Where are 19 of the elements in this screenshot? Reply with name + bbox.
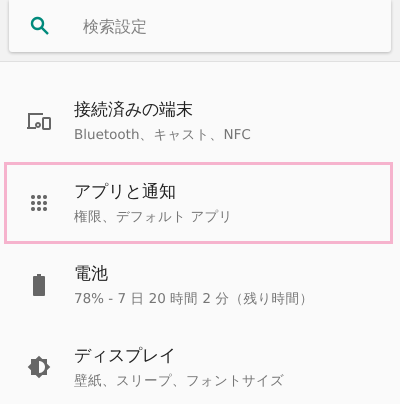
item-summary: Bluetooth、キャスト、NFC [74, 126, 251, 144]
item-summary: 壁紙、スリープ、フォントサイズ [74, 372, 284, 390]
item-summary: 78% - 7 日 20 時間 2 分（残り時間） [74, 290, 314, 308]
brightness-icon [28, 356, 50, 378]
settings-item[interactable]: ディスプレイ 壁紙、スリープ、フォントサイズ [4, 326, 393, 404]
item-summary: 権限、デフォルト アプリ [74, 208, 232, 226]
item-title: 接続済みの端末 [74, 99, 194, 121]
apps-icon [31, 195, 47, 211]
item-title: アプリと通知 [74, 181, 177, 203]
settings-item[interactable]: 電池 78% - 7 日 20 時間 2 分（残り時間） [4, 244, 393, 326]
settings-item[interactable]: アプリと通知 権限、デフォルト アプリ [4, 162, 393, 244]
search-icon [30, 16, 49, 35]
item-title: 電池 [74, 263, 109, 285]
devices-icon [27, 113, 51, 130]
battery-icon [33, 274, 45, 296]
settings-item[interactable]: 接続済みの端末 Bluetooth、キャスト、NFC [4, 80, 393, 162]
search-bar[interactable]: 検索設定 [9, 0, 391, 52]
search-field[interactable]: 検索設定 [81, 16, 335, 36]
item-title: ディスプレイ [74, 345, 177, 367]
